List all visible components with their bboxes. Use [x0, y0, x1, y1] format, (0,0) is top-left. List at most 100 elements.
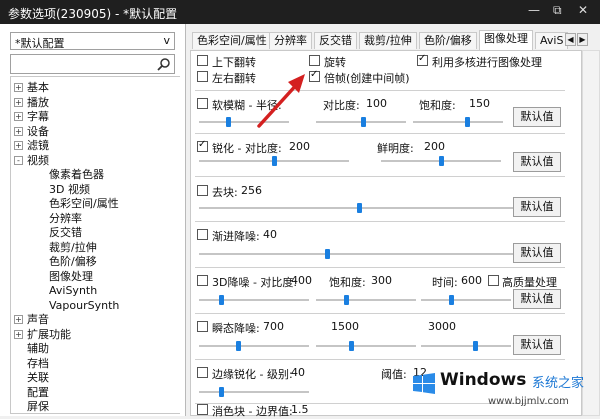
instant-denoise-slider-3[interactable]	[421, 345, 511, 347]
tree-item[interactable]: 反交错	[49, 225, 82, 240]
tree-item[interactable]: 播放	[27, 95, 49, 110]
window-title: 参数选项(230905) - *默认配置	[8, 7, 178, 21]
restore-icon[interactable]: ⧉	[553, 3, 562, 18]
slider-thumb[interactable]	[465, 117, 470, 127]
slider-thumb[interactable]	[439, 156, 444, 166]
expand-icon[interactable]: +	[14, 315, 23, 324]
search-icon[interactable]	[157, 57, 171, 71]
flip-vertical-checkbox[interactable]	[197, 55, 208, 66]
frame-double-checkbox[interactable]	[309, 69, 320, 82]
tree-item[interactable]: 视频	[27, 153, 49, 168]
tree-item[interactable]: 配置	[27, 385, 49, 400]
collapse-icon[interactable]: -	[14, 155, 23, 165]
tree-item[interactable]: 声音	[27, 312, 49, 327]
tree-item[interactable]: 存档	[27, 356, 49, 371]
profile-select[interactable]: *默认配置 v	[10, 32, 175, 50]
divider	[195, 90, 565, 91]
tree-item[interactable]: 辅助	[27, 341, 49, 356]
tree-item[interactable]: 色彩空间/属性	[49, 196, 119, 211]
slider-thumb[interactable]	[235, 341, 241, 351]
tree-item[interactable]: 分辨率	[49, 211, 82, 226]
search-input[interactable]	[10, 54, 175, 74]
expand-icon[interactable]: +	[14, 112, 23, 121]
tree-item[interactable]: 关联	[27, 370, 49, 385]
deblock-checkbox[interactable]	[197, 185, 208, 196]
slider-thumb[interactable]	[225, 117, 231, 127]
denoise-3d-saturation-value: 300	[371, 274, 392, 287]
tab-resolution[interactable]: 分辨率	[269, 32, 312, 49]
tab-scroll-right-icon[interactable]: ▶	[577, 33, 588, 46]
tree-item[interactable]: 屏保	[27, 399, 49, 414]
slider-thumb[interactable]	[219, 387, 224, 397]
expand-icon[interactable]: +	[14, 83, 23, 92]
rotate-checkbox[interactable]	[309, 55, 320, 66]
tree-item[interactable]: 像素着色器	[49, 167, 104, 182]
slider-thumb[interactable]	[325, 249, 330, 259]
tab-levels[interactable]: 色阶/偏移	[419, 32, 477, 49]
tab-color-space[interactable]: 色彩空间/属性	[192, 32, 272, 49]
denoise-3d-contrast-slider[interactable]	[199, 299, 309, 301]
expand-icon[interactable]: +	[14, 141, 23, 150]
edge-sharpen-slider[interactable]	[199, 391, 309, 393]
tree-item[interactable]: 3D 视频	[49, 182, 90, 197]
slider-thumb[interactable]	[344, 295, 349, 305]
slider-thumb[interactable]	[448, 295, 454, 305]
slider-thumb[interactable]	[349, 341, 354, 351]
tree-item[interactable]: 图像处理	[49, 269, 93, 284]
multicore-checkbox[interactable]	[417, 53, 428, 66]
divider	[195, 133, 565, 134]
denoise-3d-checkbox[interactable]	[197, 275, 208, 286]
slider-thumb[interactable]	[357, 203, 362, 213]
denoise-default-button[interactable]: 默认值	[513, 243, 561, 263]
tab-deinterlace[interactable]: 反交错	[314, 32, 357, 49]
denoise-3d-value: 400	[291, 274, 312, 287]
expand-icon[interactable]: +	[14, 97, 23, 107]
expand-icon[interactable]: +	[14, 329, 23, 339]
sharpen-checkbox[interactable]	[197, 139, 208, 152]
soften-default-button[interactable]: 默认值	[513, 107, 561, 127]
slider-thumb[interactable]	[219, 295, 224, 305]
tree-item[interactable]: AviSynth	[49, 283, 97, 298]
tree-item[interactable]: 基本	[27, 80, 49, 95]
denoise-3d-time-slider[interactable]	[421, 299, 511, 301]
high-quality-checkbox[interactable]	[488, 275, 499, 286]
deblock-default-button[interactable]: 默认值	[513, 197, 561, 217]
annotation-arrow-icon	[257, 74, 305, 128]
instant-denoise-checkbox[interactable]	[197, 321, 208, 332]
flip-horizontal-checkbox[interactable]	[197, 71, 208, 82]
tab-avisynth[interactable]: AviS	[535, 32, 569, 49]
denoise-3d-saturation-slider[interactable]	[316, 299, 416, 301]
panel-scrollbar[interactable]	[582, 50, 600, 416]
denoise-checkbox[interactable]	[197, 229, 208, 240]
tab-image-processing[interactable]: 图像处理	[479, 30, 533, 50]
close-icon[interactable]: ✕	[578, 3, 588, 17]
instant-denoise-slider-2[interactable]	[316, 345, 416, 347]
instant-denoise-slider-1[interactable]	[199, 345, 309, 347]
soften-saturation-slider[interactable]	[413, 121, 503, 123]
slider-thumb[interactable]	[473, 341, 478, 351]
expand-icon[interactable]: +	[14, 126, 23, 136]
deband-checkbox[interactable]	[197, 404, 208, 415]
watermark: Windows 系统之家 www.bjjmlv.com	[400, 368, 598, 412]
tree-item[interactable]: 裁剪/拉伸	[49, 240, 97, 255]
tab-crop[interactable]: 裁剪/拉伸	[359, 32, 417, 49]
soften-checkbox[interactable]	[197, 98, 208, 109]
divider	[195, 267, 565, 268]
denoise-3d-default-button[interactable]: 默认值	[513, 289, 561, 309]
minimize-icon[interactable]: —	[528, 3, 540, 17]
sharpen-default-button[interactable]: 默认值	[513, 152, 561, 172]
tab-scroll-left-icon[interactable]: ◀	[565, 33, 576, 46]
tree-item[interactable]: VapourSynth	[49, 298, 119, 313]
denoise-slider[interactable]	[199, 253, 519, 255]
deband-value: 1.5	[291, 403, 309, 416]
tree-item[interactable]: 滤镜	[27, 138, 49, 153]
tree-item[interactable]: 扩展功能	[27, 327, 71, 342]
slider-thumb[interactable]	[272, 156, 277, 166]
tree-item[interactable]: 色阶/偏移	[49, 254, 97, 269]
tree-item[interactable]: 字幕	[27, 109, 49, 124]
edge-sharpen-checkbox[interactable]	[197, 367, 208, 378]
instant-denoise-default-button[interactable]: 默认值	[513, 335, 561, 355]
tree-item[interactable]: 设备	[27, 124, 49, 139]
sidebar: *默认配置 v 基本 + 播放 + 字幕 + 设备 + 滤镜 + 视频 - 像素着色器 3D 视频 色彩空间…	[0, 24, 186, 416]
slider-thumb[interactable]	[360, 117, 366, 127]
